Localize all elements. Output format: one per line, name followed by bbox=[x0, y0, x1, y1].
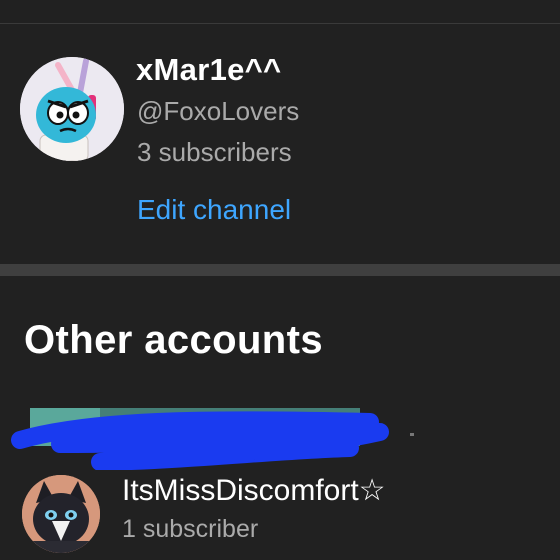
redaction-scribble bbox=[11, 408, 414, 470]
current-account-avatar[interactable] bbox=[20, 57, 124, 161]
account-switcher-panel: xMar1e^^ @FoxoLovers 3 subscribers Edit … bbox=[0, 0, 560, 560]
other-account-subscriber-count: 1 subscriber bbox=[122, 515, 259, 543]
other-accounts-heading: Other accounts bbox=[24, 318, 323, 362]
subscriber-count: 3 subscribers bbox=[137, 137, 292, 167]
channel-name: xMar1e^^ bbox=[136, 52, 282, 87]
other-account-avatar bbox=[22, 475, 100, 553]
dark-cat-avatar-icon bbox=[22, 475, 100, 553]
channel-handle: @FoxoLovers bbox=[137, 96, 300, 126]
redacted-account-row[interactable] bbox=[0, 400, 560, 470]
other-account-row[interactable]: ItsMissDiscomfort☆ 1 subscriber bbox=[0, 470, 560, 560]
edit-channel-link[interactable]: Edit channel bbox=[137, 194, 291, 226]
cartoon-cat-avatar-icon bbox=[20, 57, 124, 161]
other-account-name: ItsMissDiscomfort☆ bbox=[122, 474, 386, 507]
current-account: xMar1e^^ @FoxoLovers 3 subscribers Edit … bbox=[0, 24, 560, 264]
section-divider bbox=[0, 264, 560, 276]
